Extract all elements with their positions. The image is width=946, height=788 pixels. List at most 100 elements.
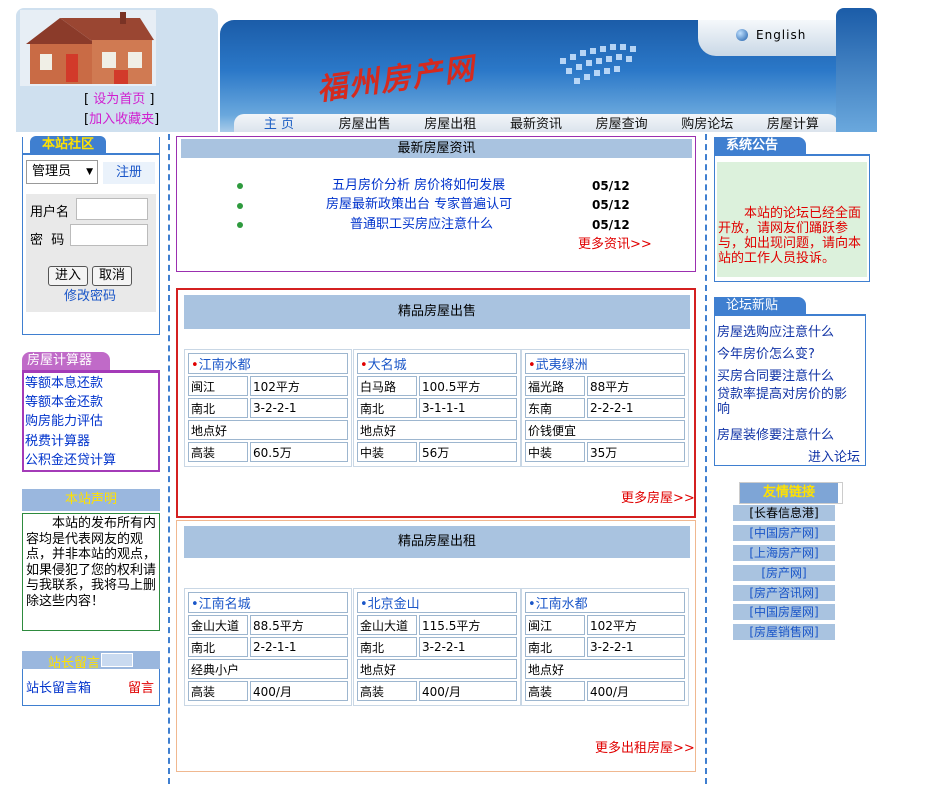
sale-title: 精品房屋出售 [184,295,690,329]
property-road: 金山大道 [357,615,417,635]
forum-title: 论坛新贴 [714,297,806,315]
more-news-link[interactable]: 更多资讯>> [578,236,652,254]
set-home-label: 设为首页 [93,92,146,107]
english-label: English [756,28,807,42]
property-road: 白马路 [357,376,417,396]
property-area: 115.5平方 [419,615,517,635]
calc-item[interactable]: 税费计算器 [25,433,90,451]
nav-calc[interactable]: 房屋计算 [754,114,832,132]
change-password-link[interactable]: 修改密码 [64,288,116,306]
nav-sale[interactable]: 房屋出售 [326,114,404,132]
property-name: 江南名城 [198,597,251,612]
set-home-link[interactable]: [ 设为首页 ] [84,88,154,107]
news-title: 最新房屋资讯 [181,139,692,158]
property-direction: 南北 [188,398,248,418]
guestbook-badge [101,653,133,667]
forum-enter-link[interactable]: 进入论坛 [808,446,860,465]
friend-link[interactable]: [房屋销售网] [733,624,835,640]
property-card: •江南水都 闽江 102平方 南北 3-2-2-1 地点好 高装 400/月 [523,590,687,703]
property-road: 福光路 [525,376,585,396]
username-label: 用户名 [30,205,70,220]
add-favorite-link[interactable]: [加入收藏夹] [84,108,159,127]
bullet-icon: • [191,358,199,373]
property-name-cell[interactable]: •武夷绿洲 [525,353,685,374]
bullet-icon: • [191,597,199,612]
more-sale-link[interactable]: 更多房屋>> [621,490,695,508]
login-button[interactable]: 进入 [48,266,88,286]
bullet-icon: • [360,597,368,612]
friend-link[interactable]: [房产咨讯网] [733,585,835,601]
nav-news[interactable]: 最新资讯 [497,114,575,132]
property-decoration: 高装 [188,681,248,701]
bullet-icon: • [528,597,536,612]
news-item[interactable]: 房屋最新政策出台 专家普遍认可 [326,196,512,214]
news-item[interactable]: 普通职工买房应注意什么 [350,216,493,234]
guestbook-button[interactable]: 留言 [128,680,154,698]
news-date: 05/12 [592,198,630,212]
news-date: 05/12 [592,179,630,193]
notice-title: 系统公告 [714,137,806,155]
username-input[interactable] [76,198,148,220]
property-layout: 2-2-2-1 [587,398,685,418]
nav-forum[interactable]: 购房论坛 [668,114,746,132]
friend-link[interactable]: [上海房产网] [733,545,835,561]
property-name-cell[interactable]: •江南水都 [188,353,348,374]
forum-item[interactable]: 今年房价怎么变? [717,343,815,362]
property-road: 闽江 [525,615,585,635]
property-name: 北京金山 [367,597,420,612]
register-button[interactable]: 注册 [103,162,155,184]
more-rent-link[interactable]: 更多出租房屋>> [595,740,695,758]
role-select[interactable]: 管理员 ▼ [26,160,98,184]
news-item[interactable]: 五月房价分析 房价将如何发展 [332,177,505,195]
property-area: 100.5平方 [419,376,517,396]
header-right-panel [836,8,877,132]
cancel-button[interactable]: 取消 [92,266,132,286]
property-feature: 地点好 [525,659,685,679]
forum-item[interactable]: 贷款率提高对房价的影响 [717,387,857,417]
site-logo-text: 福州房产网 [314,51,479,108]
property-name-cell[interactable]: •北京金山 [357,592,517,613]
left-divider [168,134,170,784]
forum-item[interactable]: 房屋装修要注意什么 [717,424,834,443]
property-area: 88平方 [587,376,685,396]
friend-link[interactable]: [房产网] [733,565,835,581]
nav-home[interactable]: 主 页 [240,114,318,132]
globe-icon [736,29,748,41]
nav-rent[interactable]: 房屋出租 [411,114,489,132]
friend-link[interactable]: [中国房屋网] [733,604,835,620]
property-name-cell[interactable]: •江南名城 [188,592,348,613]
property-name-cell[interactable]: •江南水都 [525,592,685,613]
forum-item[interactable]: 买房合同要注意什么 [717,365,834,384]
calc-item[interactable]: 购房能力评估 [25,413,103,431]
friend-link[interactable]: [长春信息港] [733,505,835,521]
property-direction: 南北 [525,637,585,657]
property-direction: 南北 [357,398,417,418]
statement-title: 本站声明 [22,489,160,511]
site-header: [ 设为首页 ] [加入收藏夹] 福州房产网 English 主 页 房屋出售 … [16,8,877,132]
calc-title: 房屋计算器 [27,353,93,368]
property-card: •大名城 白马路 100.5平方 南北 3-1-1-1 地点好 中装 56万 [355,351,519,464]
calc-item[interactable]: 等额本金还款 [25,394,103,412]
property-decoration: 高装 [357,681,417,701]
nav-search[interactable]: 房屋查询 [583,114,661,132]
password-input[interactable] [70,224,148,246]
property-price: 35万 [587,442,685,462]
property-name-cell[interactable]: •大名城 [357,353,517,374]
property-feature: 地点好 [357,659,517,679]
bullet-icon: • [528,358,536,373]
forum-item[interactable]: 房屋选购应注意什么 [717,321,834,340]
property-layout: 2-2-1-1 [250,637,348,657]
calc-item[interactable]: 等额本息还款 [25,375,103,393]
friend-link[interactable]: [中国房产网] [733,525,835,541]
language-switch[interactable]: English [698,20,836,56]
guestbook-link[interactable]: 站长留言箱 [26,680,91,698]
property-card: •江南水都 闽江 102平方 南北 3-2-2-1 地点好 高装 60.5万 [186,351,350,464]
property-price: 60.5万 [250,442,348,462]
property-feature: 地点好 [357,420,517,440]
right-divider [705,134,707,784]
add-favorite-label: 加入收藏夹 [89,112,155,127]
property-road: 闽江 [188,376,248,396]
property-card: •江南名城 金山大道 88.5平方 南北 2-2-1-1 经典小户 高装 400/月 [186,590,350,703]
property-decoration: 中装 [525,442,585,462]
calc-item[interactable]: 公积金还贷计算 [25,452,116,470]
